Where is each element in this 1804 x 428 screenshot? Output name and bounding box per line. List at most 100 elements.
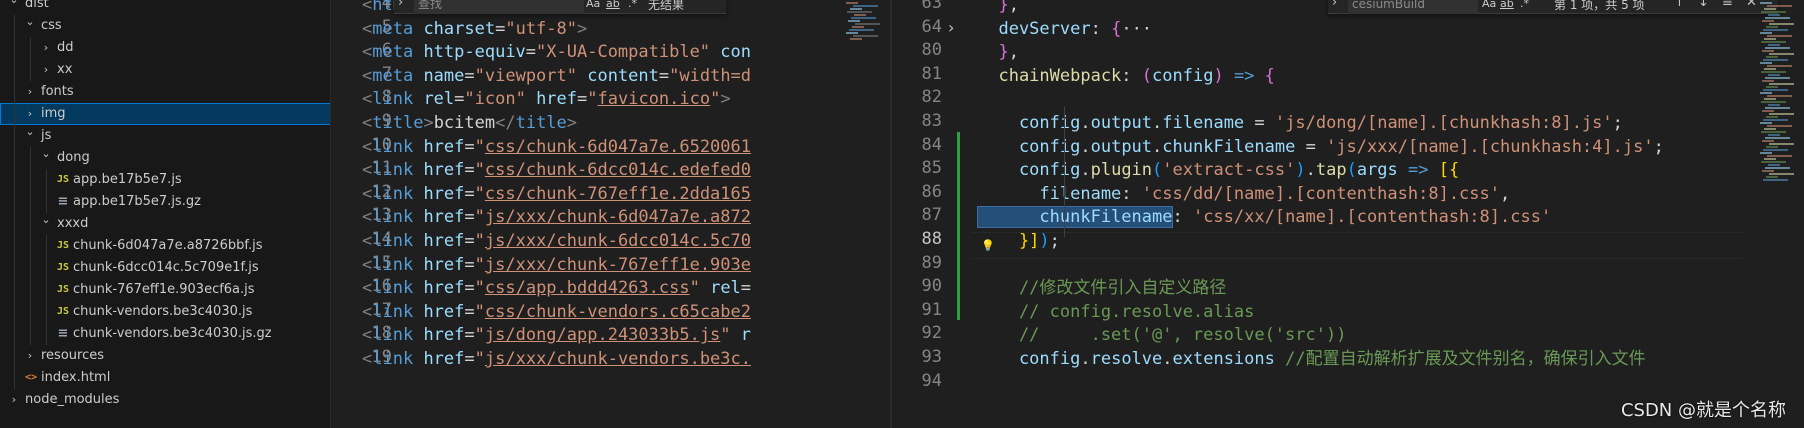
tree-item-node-modules[interactable]: › node_modules (0, 389, 330, 411)
indent-guide (46, 279, 47, 301)
chevron-right-icon[interactable]: › (22, 81, 38, 103)
code-token: < (362, 301, 373, 322)
minimap-line (1764, 38, 1776, 40)
tree-item-chunk-6d047a7e-a8726bbf-js[interactable]: JS chunk-6d047a7e.a8726bbf.js (0, 235, 330, 257)
line-number: 84 (921, 134, 942, 155)
match-case-toggle[interactable]: Aa (586, 0, 600, 10)
chevron-right-icon[interactable]: › (38, 37, 54, 59)
minimap-line (1769, 83, 1794, 85)
indent-guide (1064, 150, 1065, 176)
indent-guide (30, 301, 31, 323)
code-token: rel (699, 278, 741, 299)
chevron-right-icon[interactable]: › (398, 0, 403, 10)
line-number: 64 (921, 16, 942, 37)
editor-vue-config-js[interactable]: 63 }, 64 › devServer: {··· 80 }, 81 chainWeb… (892, 0, 1804, 428)
tree-item-dist[interactable]: ⌄dist (0, 0, 330, 15)
chevron-right-icon[interactable]: › (1332, 0, 1337, 10)
chevron-right-icon[interactable]: › (6, 389, 22, 411)
minimap[interactable] (1758, 0, 1804, 428)
tree-item-xxxd[interactable]: ⌄ xxxd (0, 213, 330, 235)
code-token: ; (1049, 231, 1060, 251)
tree-item-img[interactable]: › img (0, 103, 330, 125)
code-token: filename (1162, 113, 1245, 133)
chevron-down-icon[interactable]: ⌄ (38, 143, 54, 165)
chevron-right-icon[interactable]: › (38, 59, 54, 81)
chevron-down-icon[interactable]: ⌄ (6, 0, 22, 11)
code-token: } (978, 42, 1009, 63)
code-token: link (372, 349, 414, 369)
tree-item-chunk-vendors-be3c4030-js-gz[interactable]: ≡ chunk-vendors.be3c4030.js.gz (0, 323, 330, 345)
minimap-line (1769, 23, 1794, 25)
arrow-down-icon[interactable]: ↓ (1698, 0, 1709, 10)
tree-item-label: xx (57, 62, 73, 77)
minimap-line (1766, 146, 1778, 148)
tree-item-label: app.be17b5e7.js (73, 172, 182, 187)
minimap[interactable] (844, 0, 890, 428)
tree-item-dong[interactable]: ⌄ dong (0, 147, 330, 169)
git-change-bar[interactable] (957, 132, 960, 320)
tree-item-label: app.be17b5e7.js.gz (73, 194, 201, 209)
code-token: chunkFilename (976, 206, 1174, 229)
code-token: = (464, 231, 475, 251)
tree-item-index-html[interactable]: <> index.html (0, 367, 330, 389)
minimap-line (1762, 80, 1774, 82)
tree-item-xx[interactable]: › xx (0, 59, 330, 81)
lightbulb-icon[interactable]: 💡 (981, 239, 995, 252)
whole-word-toggle[interactable]: ab (1500, 0, 1514, 10)
code-token: " (474, 160, 485, 181)
code-token: < (362, 42, 373, 63)
chevron-right-icon[interactable]: › (948, 16, 954, 40)
chevron-down-icon[interactable]: ⌄ (22, 11, 38, 33)
code-token: . (1080, 349, 1091, 369)
code-token: > (566, 113, 578, 133)
code-token: //修改文件引入自定义路径 (978, 278, 1227, 299)
code-token: js/xxx/chunk-767eff1e.903e (484, 254, 751, 275)
minimap-line (1769, 53, 1794, 55)
find-input[interactable]: cesiumBuild (1348, 0, 1478, 14)
editor-index-html[interactable]: 4<html lang="">5<meta charset="utf-8">6<… (332, 0, 890, 428)
tree-item-label: chunk-vendors.be3c4030.js (73, 304, 253, 319)
indent-guide (14, 147, 15, 169)
code-line[interactable]: <link href="js/xxx/chunk-vendors.be3c. (362, 346, 751, 373)
code-token: 'css/dd/[name].[contenthash:8].css' (1141, 183, 1501, 204)
minimap-line (1767, 95, 1792, 97)
line-number: 83 (921, 111, 942, 131)
indent-guide (30, 169, 31, 191)
find-input[interactable]: 查找 (414, 0, 584, 14)
tree-item-chunk-6dcc014c-5c709e1f-js[interactable]: JS chunk-6dcc014c.5c709e1f.js (0, 257, 330, 279)
code-token: => (1223, 65, 1255, 86)
chevron-right-icon[interactable]: › (22, 345, 38, 367)
tree-item-chunk-vendors-be3c4030-js[interactable]: JS chunk-vendors.be3c4030.js (0, 301, 330, 323)
minimap-line (1768, 74, 1780, 76)
find-in-selection-icon[interactable]: ≡ (1722, 0, 1733, 10)
code-line[interactable]: config.resolve.extensions //配置自动解析扩展及文件别… (978, 346, 1646, 373)
minimap-line (1767, 65, 1792, 67)
tree-item-css[interactable]: ⌄ css (0, 15, 330, 37)
minimap-line (1766, 176, 1778, 178)
regex-toggle[interactable]: .* (1520, 0, 1529, 10)
code-line[interactable]: chainWebpack: (config) => { (978, 63, 1274, 90)
chevron-down-icon[interactable]: ⌄ (22, 121, 38, 143)
arrow-up-icon[interactable]: ↑ (1674, 0, 1685, 10)
tree-item-fonts[interactable]: › fonts (0, 81, 330, 103)
regex-toggle[interactable]: .* (628, 0, 637, 10)
code-token: ( (1141, 65, 1153, 86)
match-case-toggle[interactable]: Aa (1482, 0, 1496, 10)
minimap-line (848, 20, 860, 22)
minimap-line (1766, 26, 1778, 28)
tree-item-label: chunk-6dcc014c.5c709e1f.js (73, 260, 259, 275)
line-number: 86 (921, 181, 942, 202)
code-token: link (372, 207, 414, 228)
code-line[interactable] (978, 370, 988, 397)
tree-item-dd[interactable]: › dd (0, 37, 330, 59)
whole-word-toggle[interactable]: ab (606, 0, 620, 10)
code-token: // config.resolve.alias (978, 301, 1255, 322)
chevron-down-icon[interactable]: ⌄ (38, 209, 54, 231)
tree-item-resources[interactable]: › resources (0, 345, 330, 367)
tree-item-chunk-767eff1e-903ecf6a-js[interactable]: JS chunk-767eff1e.903ecf6a.js (0, 279, 330, 301)
close-icon[interactable]: ✕ (1746, 0, 1757, 10)
tree-item-app-be17b5e7-js[interactable]: JS app.be17b5e7.js (0, 169, 330, 191)
code-token: js/dong/app.243033b5.js (484, 325, 721, 346)
